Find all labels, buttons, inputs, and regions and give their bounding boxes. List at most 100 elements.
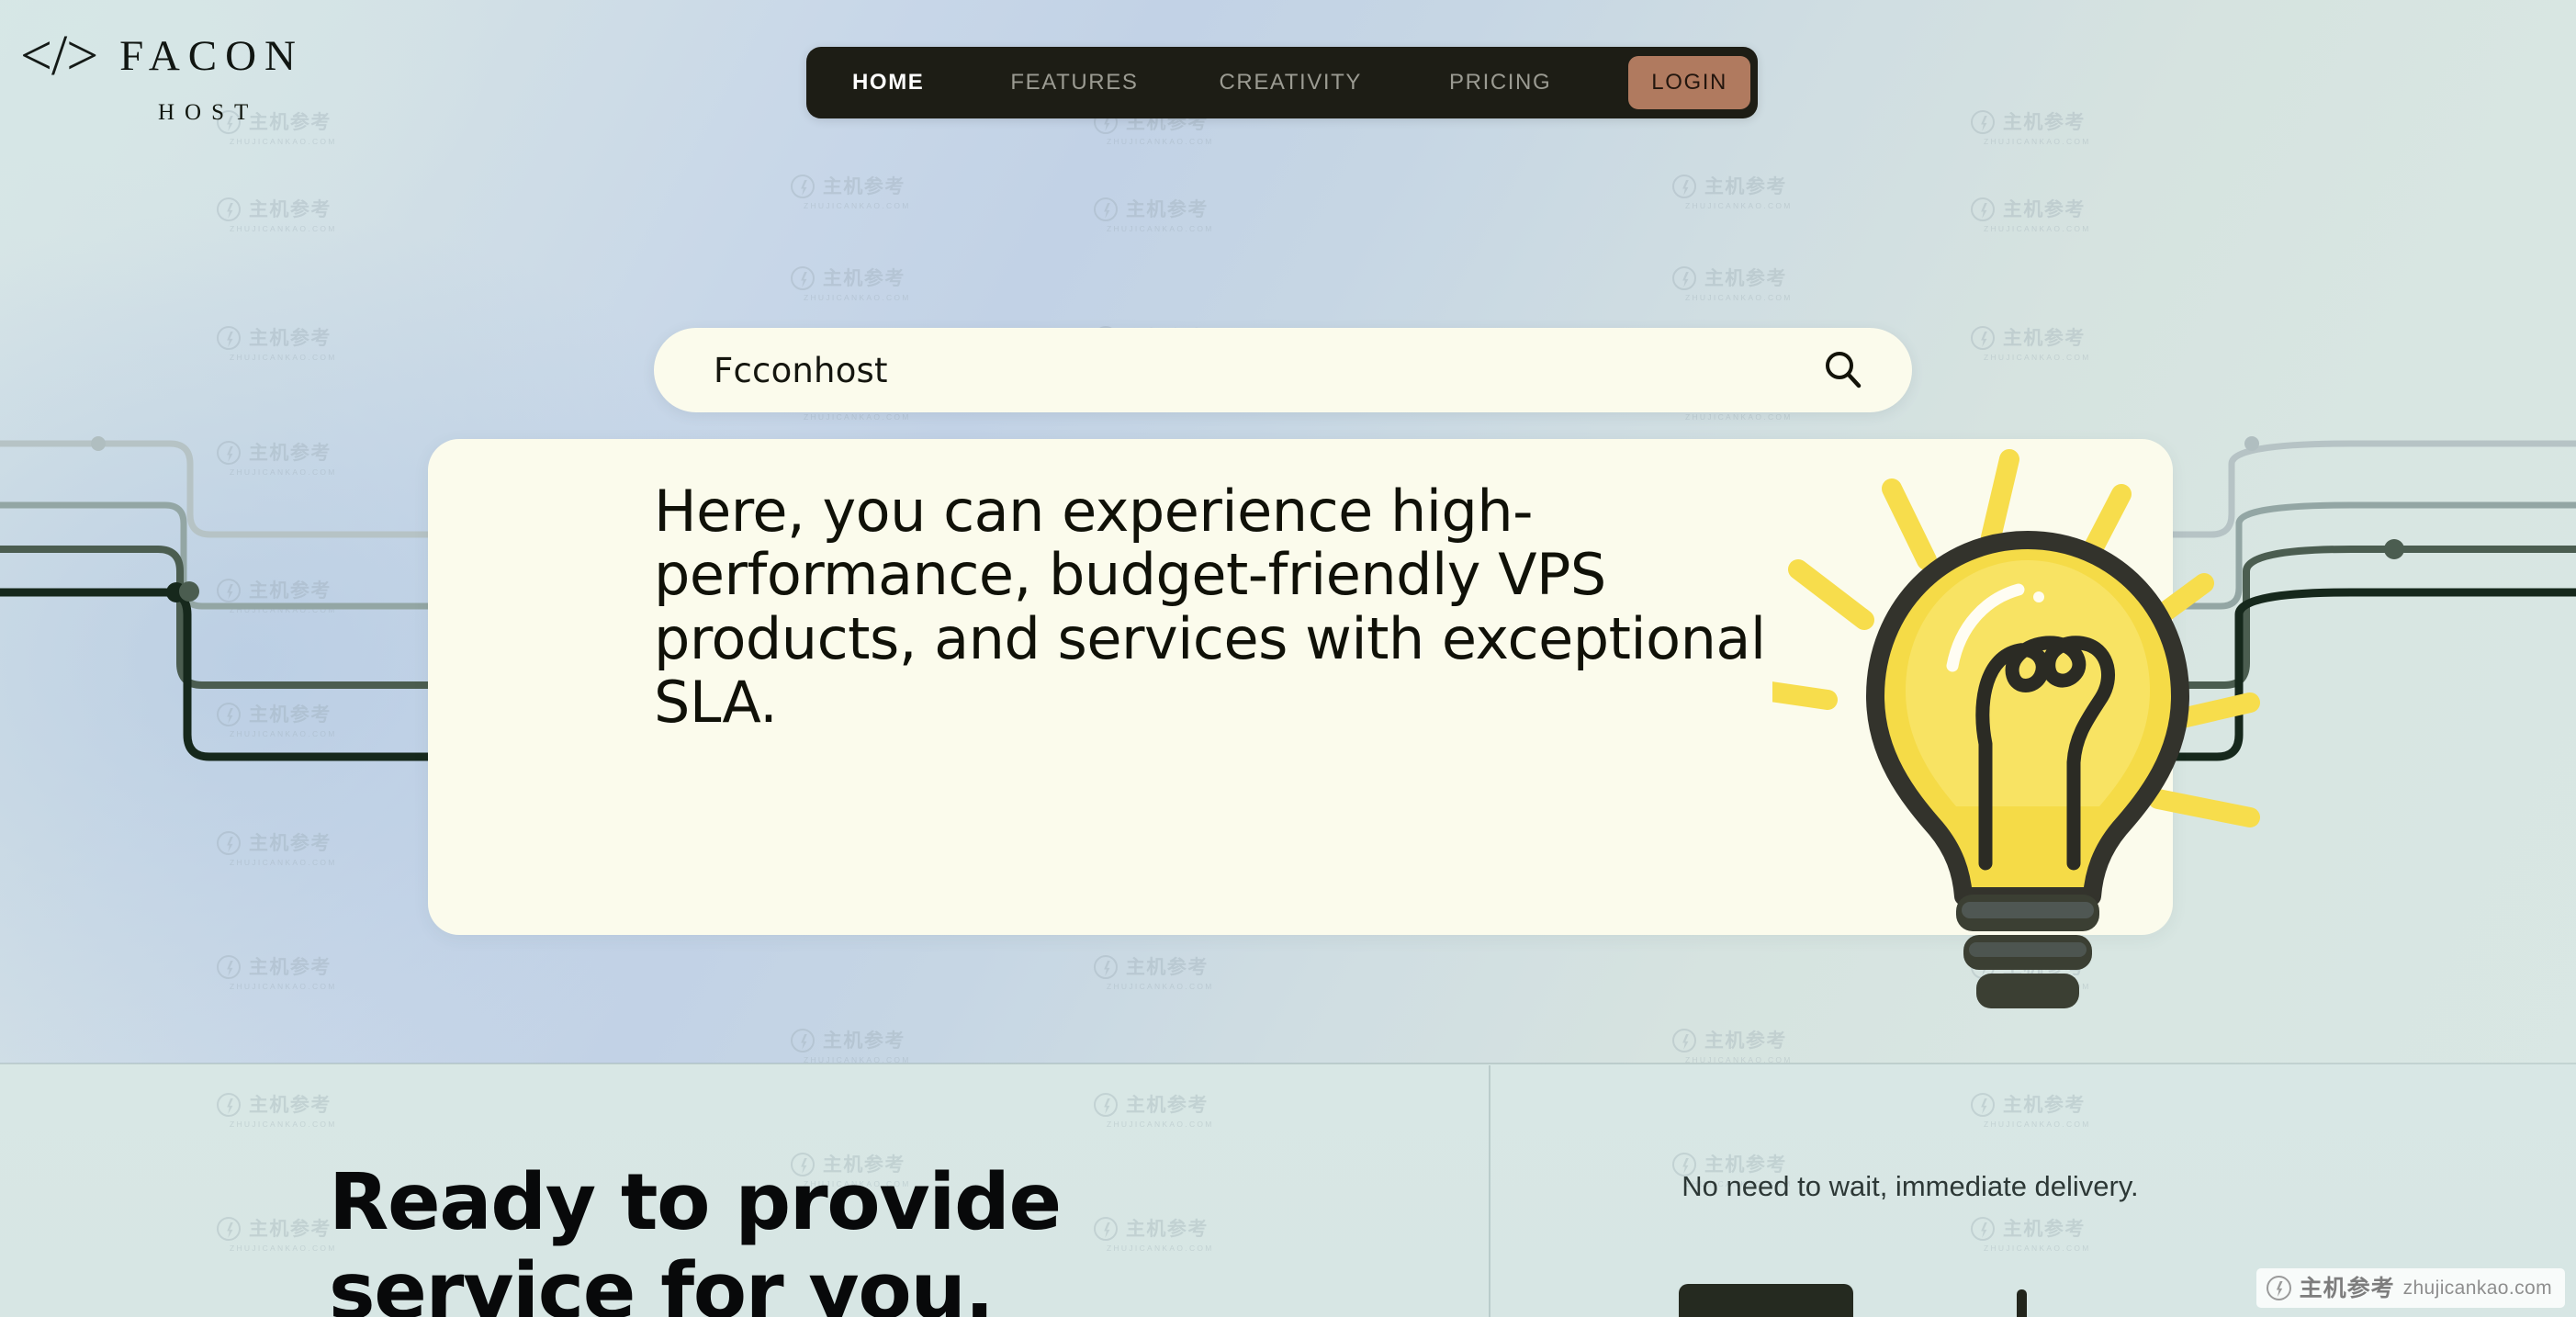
lightning-circle-icon — [1671, 266, 1696, 290]
watermark-tile: 主机参考 ZHUJICANKAO.COM — [211, 326, 337, 362]
watermark-row: 主机参考 — [216, 703, 332, 726]
lightning-circle-icon — [216, 197, 241, 221]
watermark-en: ZHUJICANKAO.COM — [804, 293, 911, 302]
watermark-tile: 主机参考 ZHUJICANKAO.COM — [211, 703, 337, 738]
lightning-circle-icon — [216, 579, 241, 602]
watermark-cn: 主机参考 — [1125, 197, 1209, 220]
watermark-row: 主机参考 — [790, 174, 906, 198]
section-divider — [0, 1063, 2576, 1064]
watermark-cn: 主机参考 — [248, 831, 332, 854]
watermark-row: 主机参考 — [216, 326, 332, 350]
watermark-tile: 主机参考 ZHUJICANKAO.COM — [1088, 197, 1214, 233]
device-pin-illustration — [2017, 1289, 2027, 1317]
watermark-cn: 主机参考 — [822, 266, 906, 289]
watermark-cn: 主机参考 — [822, 1029, 906, 1052]
nav-item-home[interactable]: HOME — [852, 64, 924, 101]
watermark-en: ZHUJICANKAO.COM — [1984, 224, 2091, 233]
watermark-row: 主机参考 — [1671, 1029, 1787, 1052]
lightning-circle-icon — [1970, 326, 1995, 350]
watermark-tile: 主机参考 ZHUJICANKAO.COM — [1088, 955, 1214, 991]
login-button[interactable]: LOGIN — [1628, 56, 1750, 109]
nav-item-creativity[interactable]: CREATIVITY — [1219, 64, 1362, 101]
lightning-circle-icon — [1970, 197, 1995, 221]
watermark-en: ZHUJICANKAO.COM — [1685, 201, 1793, 210]
watermark-row: 主机参考 — [1970, 197, 2086, 221]
brand-name: FACON — [119, 31, 304, 80]
lightning-circle-icon — [1093, 955, 1118, 979]
lightning-circle-icon — [1671, 1029, 1696, 1052]
search-bar[interactable] — [654, 328, 1912, 412]
column-divider — [1489, 1065, 1490, 1317]
watermark-en: ZHUJICANKAO.COM — [1107, 137, 1214, 146]
watermark-tile: 主机参考 ZHUJICANKAO.COM — [1965, 326, 2091, 362]
search-button[interactable] — [1818, 345, 1868, 395]
brand-logo[interactable]: </> FACON HOST — [20, 28, 304, 126]
watermark-en: ZHUJICANKAO.COM — [1107, 224, 1214, 233]
watermark-en: ZHUJICANKAO.COM — [230, 729, 337, 738]
main-navigation: HOME FEATURES CREATIVITY PRICING LOGIN — [806, 47, 1758, 118]
brand-subtitle: HOST — [158, 100, 259, 125]
watermark-cn: 主机参考 — [1125, 955, 1209, 978]
lightning-circle-icon — [1671, 174, 1696, 198]
watermark-tile: 主机参考 ZHUJICANKAO.COM — [1965, 197, 2091, 233]
watermark-en: ZHUJICANKAO.COM — [1984, 137, 2091, 146]
lightning-circle-icon — [2266, 1276, 2291, 1300]
lightning-circle-icon — [790, 266, 815, 290]
watermark-row: 主机参考 — [790, 1029, 906, 1052]
device-illustration — [1679, 1284, 1853, 1317]
logo-row: </> FACON — [20, 28, 304, 84]
watermark-row: 主机参考 — [216, 831, 332, 855]
watermark-tile: 主机参考 ZHUJICANKAO.COM — [211, 579, 337, 614]
watermark-tile: 主机参考 ZHUJICANKAO.COM — [1667, 174, 1793, 210]
watermark-badge-cn: 主机参考 — [2299, 1275, 2395, 1301]
hero-headline: Here, you can experience high-performanc… — [654, 478, 1766, 737]
ready-headline: Ready to provide service for you. — [329, 1157, 1062, 1317]
watermark-tile: 主机参考 ZHUJICANKAO.COM — [785, 266, 911, 302]
watermark-row: 主机参考 — [790, 266, 906, 290]
watermark-en: ZHUJICANKAO.COM — [804, 412, 911, 422]
search-input[interactable] — [714, 350, 1818, 390]
lightning-circle-icon — [216, 703, 241, 726]
watermark-en: ZHUJICANKAO.COM — [230, 605, 337, 614]
watermark-row: 主机参考 — [1093, 955, 1209, 979]
watermark-en: ZHUJICANKAO.COM — [1984, 353, 2091, 362]
watermark-tile: 主机参考 ZHUJICANKAO.COM — [211, 955, 337, 991]
watermark-badge: 主机参考 zhujicankao.com — [2255, 1268, 2565, 1308]
delivery-text: No need to wait, immediate delivery. — [1682, 1170, 2139, 1202]
watermark-cn: 主机参考 — [2002, 197, 2086, 220]
lightning-circle-icon — [790, 1029, 815, 1052]
watermark-row: 主机参考 — [1093, 197, 1209, 221]
watermark-en: ZHUJICANKAO.COM — [230, 137, 337, 146]
lightbulb-illustration — [1772, 449, 2260, 1008]
watermark-cn: 主机参考 — [2002, 326, 2086, 349]
watermark-tile: 主机参考 ZHUJICANKAO.COM — [1965, 110, 2091, 146]
nav-item-features[interactable]: FEATURES — [1010, 64, 1138, 101]
nav-item-pricing[interactable]: PRICING — [1449, 64, 1551, 101]
watermark-cn: 主机参考 — [248, 703, 332, 726]
watermark-en: ZHUJICANKAO.COM — [1685, 412, 1793, 422]
watermark-en: ZHUJICANKAO.COM — [230, 467, 337, 477]
watermark-cn: 主机参考 — [1704, 266, 1787, 289]
lightning-circle-icon — [790, 174, 815, 198]
watermark-en: ZHUJICANKAO.COM — [230, 224, 337, 233]
watermark-en: ZHUJICANKAO.COM — [1107, 982, 1214, 991]
watermark-row: 主机参考 — [216, 579, 332, 602]
watermark-cn: 主机参考 — [2002, 110, 2086, 133]
watermark-tile: 主机参考 ZHUJICANKAO.COM — [1667, 266, 1793, 302]
watermark-en: ZHUJICANKAO.COM — [230, 353, 337, 362]
watermark-row: 主机参考 — [1970, 110, 2086, 134]
watermark-cn: 主机参考 — [1704, 174, 1787, 197]
watermark-tile: 主机参考ZHUJICANKAO.COM — [211, 831, 337, 867]
watermark-row: 主机参考 — [216, 955, 332, 979]
watermark-en: ZHUJICANKAO.COM — [230, 982, 337, 991]
watermark-en: ZHUJICANKAO.COM — [1685, 293, 1793, 302]
watermark-en: ZHUJICANKAO.COM — [804, 201, 911, 210]
watermark-tile: 主机参考ZHUJICANKAO.COM — [785, 1029, 911, 1064]
watermark-badge-en: zhujicankao.com — [2402, 1278, 2552, 1299]
watermark-cn: 主机参考 — [248, 955, 332, 978]
watermark-cn: 主机参考 — [248, 326, 332, 349]
code-brackets-icon: </> — [20, 25, 98, 87]
search-icon — [1826, 352, 1862, 388]
watermark-cn: 主机参考 — [822, 174, 906, 197]
watermark-row: 主机参考 — [1671, 174, 1787, 198]
